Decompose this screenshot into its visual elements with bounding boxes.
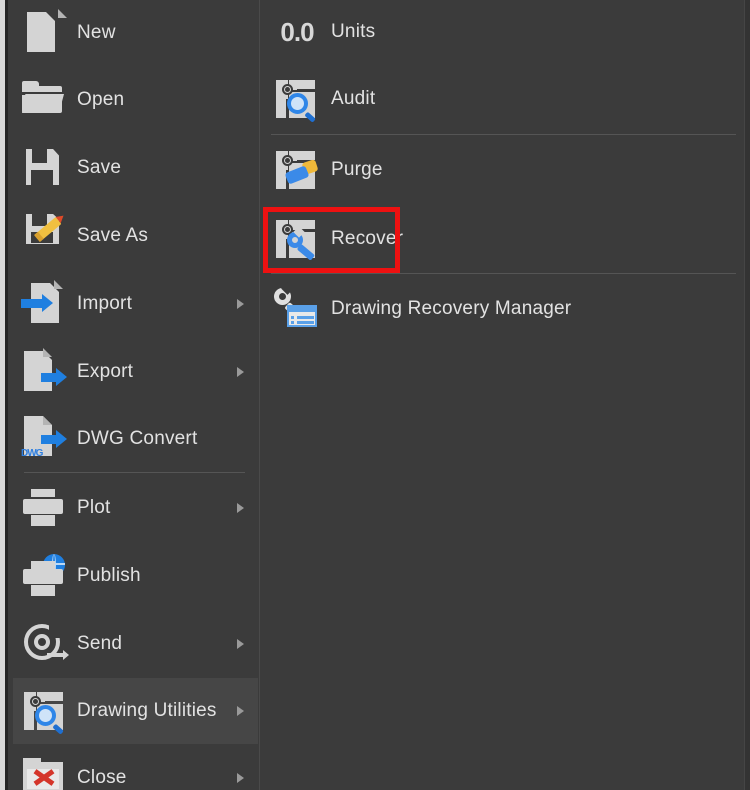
- menu-item-export[interactable]: Export: [13, 338, 258, 406]
- import-arrow-icon: [19, 280, 67, 328]
- chevron-right-icon: [237, 367, 244, 377]
- application-menu-primary: New Open Save Save As Import Export DWG …: [8, 0, 260, 790]
- chevron-right-icon: [237, 299, 244, 309]
- units-decimal-icon: 0.0: [271, 8, 323, 56]
- menu-item-dwg-convert[interactable]: DWG DWG Convert: [13, 406, 258, 472]
- menu-item-drawing-utilities[interactable]: Drawing Utilities: [13, 678, 258, 744]
- submenu-item-recover[interactable]: Recover: [261, 205, 741, 273]
- menu-item-label: DWG Convert: [77, 428, 198, 449]
- menu-item-label: Open: [77, 89, 125, 110]
- menu-item-open[interactable]: Open: [13, 66, 258, 134]
- new-document-icon: [19, 9, 67, 57]
- menu-item-save[interactable]: Save: [13, 134, 258, 202]
- menu-item-send[interactable]: Send: [13, 610, 258, 678]
- dwg-badge-label: DWG: [21, 448, 43, 459]
- menu-item-close[interactable]: Close: [13, 744, 258, 790]
- chevron-right-icon: [237, 706, 244, 716]
- submenu-item-audit[interactable]: Audit: [261, 64, 741, 134]
- submenu-item-label: Recover: [331, 228, 404, 249]
- chevron-right-icon: [237, 639, 244, 649]
- menu-item-publish[interactable]: Publish: [13, 542, 258, 610]
- chevron-right-icon: [237, 502, 244, 513]
- close-folder-icon: [19, 754, 67, 790]
- window-right-edge: [744, 0, 750, 790]
- menu-item-plot[interactable]: Plot: [13, 473, 258, 542]
- chevron-right-icon: [237, 773, 244, 783]
- submenu-item-label: Purge: [331, 159, 383, 180]
- menu-item-new[interactable]: New: [13, 0, 258, 66]
- submenu-item-label: Drawing Recovery Manager: [331, 298, 572, 319]
- menu-item-label: Export: [77, 361, 134, 382]
- drawing-recovery-manager-icon: [271, 282, 323, 333]
- send-at-sign-icon: [19, 620, 69, 668]
- menu-item-label: Plot: [77, 496, 111, 518]
- save-floppy-icon: [19, 144, 67, 192]
- menu-item-label: Publish: [77, 565, 141, 586]
- recover-wrench-icon: [271, 215, 323, 263]
- menu-item-label: New: [77, 22, 116, 43]
- menu-item-label: Drawing Utilities: [77, 700, 217, 721]
- export-arrow-icon: [19, 348, 67, 396]
- audit-magnifier-icon: [271, 75, 323, 123]
- purge-brush-icon: [271, 146, 323, 194]
- publish-printer-globe-icon: [19, 552, 67, 600]
- dwg-convert-icon: DWG: [19, 415, 67, 463]
- menu-item-label: Save: [77, 157, 122, 178]
- submenu-item-units[interactable]: 0.0 Units: [261, 0, 741, 64]
- drawing-utilities-icon: [19, 687, 67, 735]
- menu-item-save-as[interactable]: Save As: [13, 202, 258, 270]
- menu-item-label: Save As: [77, 225, 149, 246]
- submenu-item-purge[interactable]: Purge: [261, 135, 741, 205]
- open-folder-icon: [19, 76, 67, 124]
- save-as-pencil-icon: [19, 212, 67, 260]
- menu-item-label: Close: [77, 767, 127, 788]
- units-glyph: 0.0: [280, 17, 314, 47]
- menu-item-label: Import: [77, 293, 133, 314]
- drawing-utilities-submenu: 0.0 Units Audit Purge Recover Drawing Re…: [261, 0, 744, 790]
- printer-icon: [19, 484, 67, 532]
- submenu-item-label: Audit: [331, 88, 376, 109]
- submenu-item-label: Units: [331, 21, 376, 42]
- menu-item-import[interactable]: Import: [13, 270, 258, 338]
- application-menu-screenshot: New Open Save Save As Import Export DWG …: [0, 0, 750, 790]
- submenu-item-drawing-recovery-manager[interactable]: Drawing Recovery Manager: [261, 274, 741, 344]
- menu-item-label: Send: [77, 633, 123, 654]
